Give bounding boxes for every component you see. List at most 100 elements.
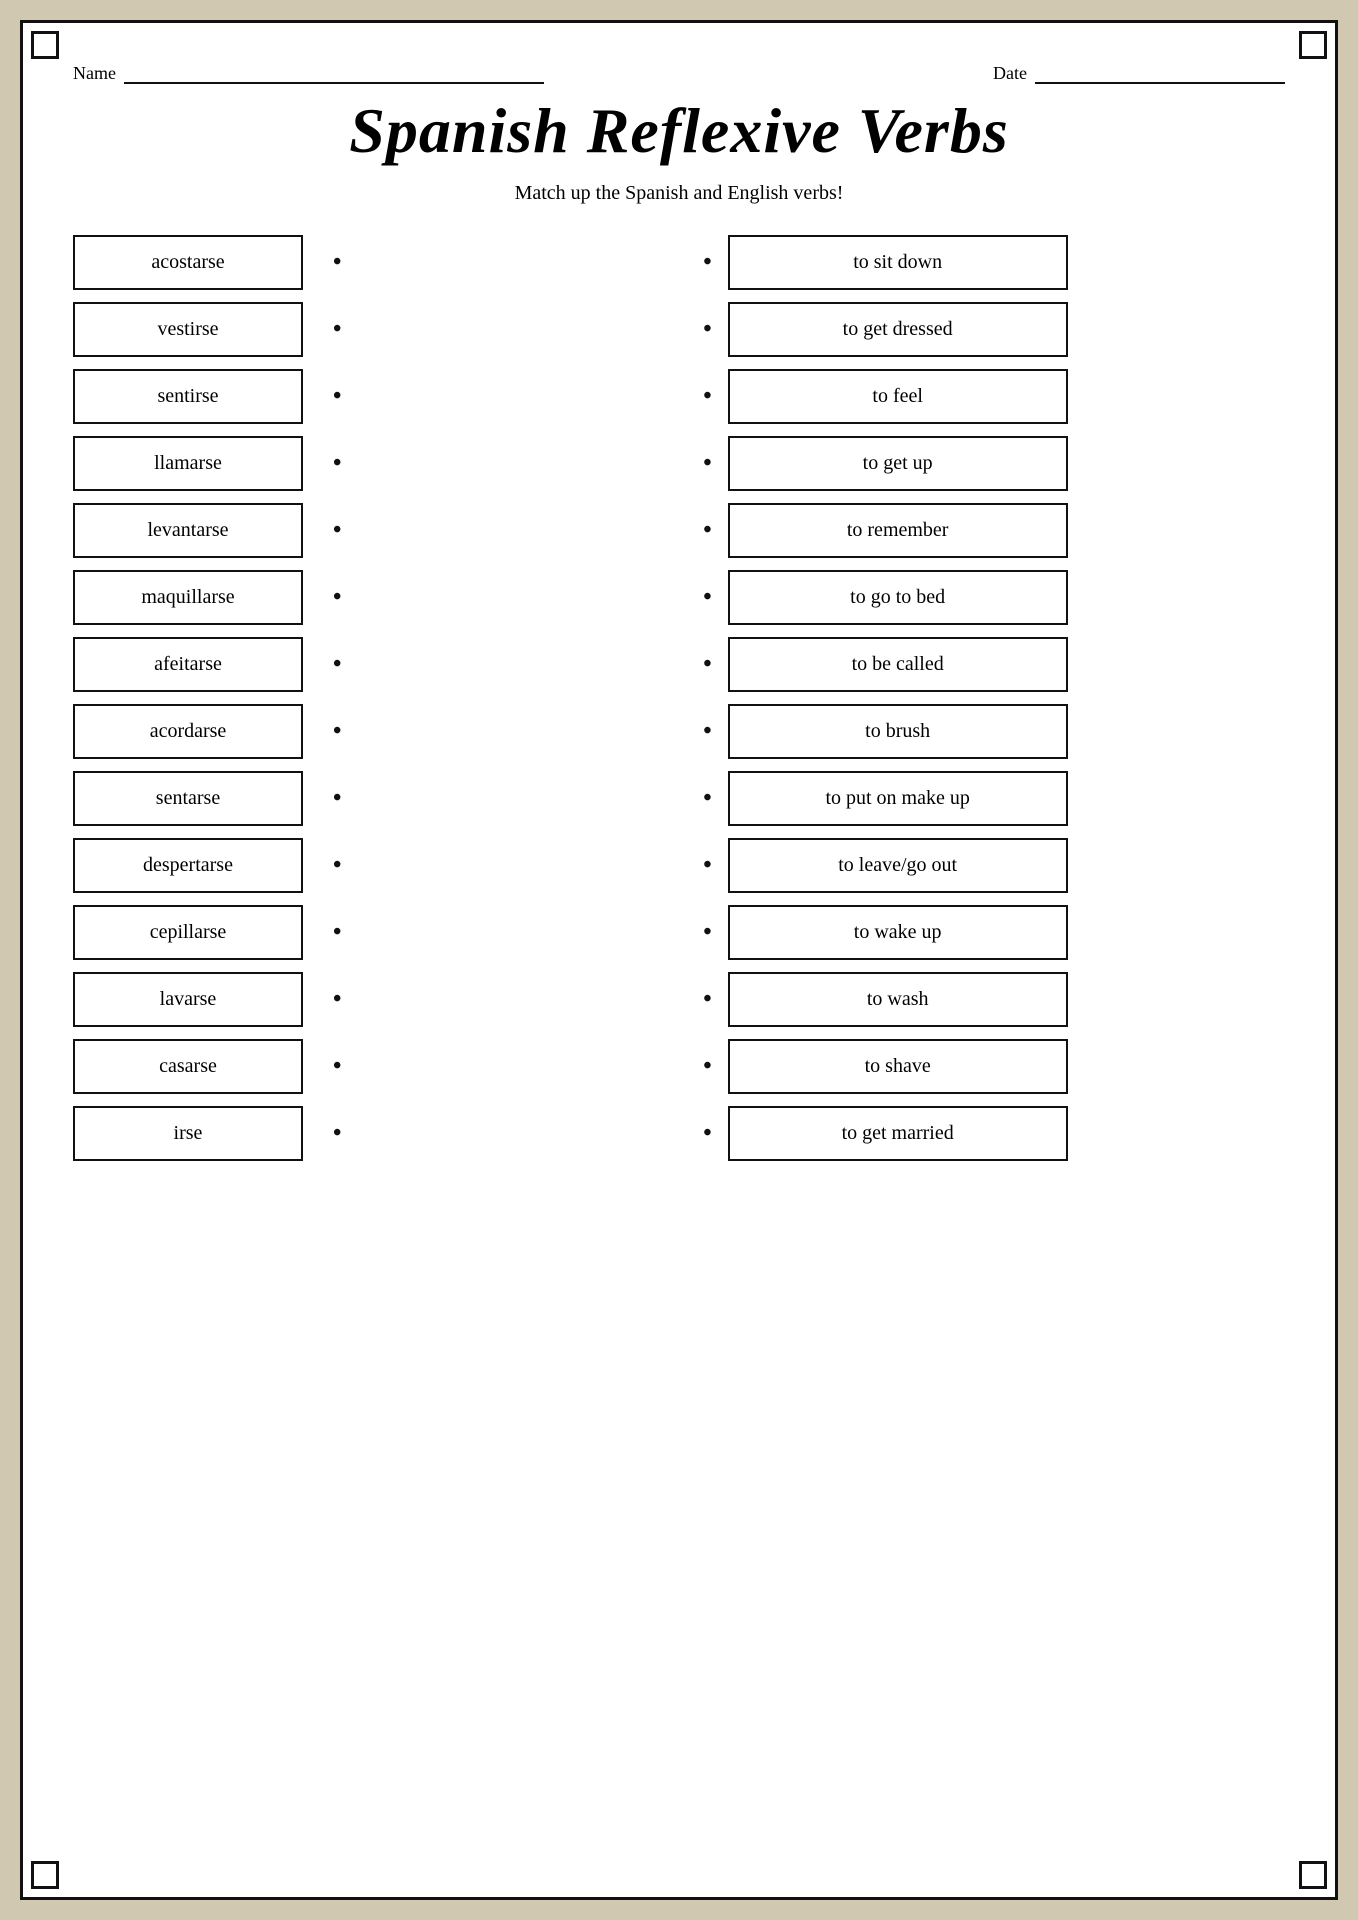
english-verb-3: to get up (863, 452, 933, 475)
spanish-verb-box-8: sentarse (73, 771, 303, 826)
date-underline (1035, 64, 1285, 84)
match-row: irse • • to get married (73, 1106, 1285, 1161)
right-side-1: • to get dressed (703, 302, 1285, 357)
right-dot-12: • (703, 1053, 711, 1080)
right-dot-13: • (703, 1120, 711, 1147)
right-dot-8: • (703, 785, 711, 812)
english-verb-box-9: to leave/go out (728, 838, 1068, 893)
spanish-verb-box-6: afeitarse (73, 637, 303, 692)
left-dot-13: • (333, 1120, 341, 1147)
english-verb-box-11: to wash (728, 972, 1068, 1027)
spanish-verb-1: vestirse (157, 318, 218, 341)
english-verb-box-7: to brush (728, 704, 1068, 759)
match-row: casarse • • to shave (73, 1039, 1285, 1094)
left-dot-0: • (333, 249, 341, 276)
match-row: lavarse • • to wash (73, 972, 1285, 1027)
spanish-verb-box-9: despertarse (73, 838, 303, 893)
match-row: acordarse • • to brush (73, 704, 1285, 759)
spanish-verb-box-12: casarse (73, 1039, 303, 1094)
left-column-3: llamarse • (73, 436, 655, 491)
english-verb-2: to feel (872, 385, 923, 408)
right-dot-5: • (703, 584, 711, 611)
left-dot-4: • (333, 517, 341, 544)
left-dot-2: • (333, 383, 341, 410)
match-row: acostarse • • to sit down (73, 235, 1285, 290)
left-dot-9: • (333, 852, 341, 879)
right-side-6: • to be called (703, 637, 1285, 692)
right-side-7: • to brush (703, 704, 1285, 759)
match-row: llamarse • • to get up (73, 436, 1285, 491)
left-dot-11: • (333, 986, 341, 1013)
left-dot-3: • (333, 450, 341, 477)
name-underline (124, 64, 544, 84)
spanish-verb-box-4: levantarse (73, 503, 303, 558)
english-verb-box-8: to put on make up (728, 771, 1068, 826)
left-column-0: acostarse • (73, 235, 655, 290)
english-verb-box-12: to shave (728, 1039, 1068, 1094)
name-field-area: Name (73, 63, 544, 84)
spanish-verb-11: lavarse (160, 988, 217, 1011)
right-dot-9: • (703, 852, 711, 879)
left-column-6: afeitarse • (73, 637, 655, 692)
left-dot-10: • (333, 919, 341, 946)
right-side-10: • to wake up (703, 905, 1285, 960)
spanish-verb-box-3: llamarse (73, 436, 303, 491)
english-verb-11: to wash (867, 988, 929, 1011)
english-verb-9: to leave/go out (838, 854, 957, 877)
corner-decoration-bl (31, 1861, 59, 1889)
right-side-0: • to sit down (703, 235, 1285, 290)
english-verb-box-5: to go to bed (728, 570, 1068, 625)
spanish-verb-13: irse (174, 1122, 203, 1145)
right-dot-3: • (703, 450, 711, 477)
name-date-row: Name Date (73, 63, 1285, 84)
corner-decoration-br (1299, 1861, 1327, 1889)
left-column-9: despertarse • (73, 838, 655, 893)
spanish-verb-box-5: maquillarse (73, 570, 303, 625)
right-dot-1: • (703, 316, 711, 343)
spanish-verb-box-1: vestirse (73, 302, 303, 357)
match-row: vestirse • • to get dressed (73, 302, 1285, 357)
spanish-verb-4: levantarse (147, 519, 228, 542)
match-row: sentirse • • to feel (73, 369, 1285, 424)
date-label: Date (993, 63, 1027, 84)
match-row: cepillarse • • to wake up (73, 905, 1285, 960)
right-side-8: • to put on make up (703, 771, 1285, 826)
match-row: sentarse • • to put on make up (73, 771, 1285, 826)
left-column-2: sentirse • (73, 369, 655, 424)
english-verb-box-6: to be called (728, 637, 1068, 692)
right-side-3: • to get up (703, 436, 1285, 491)
spanish-verb-box-7: acordarse (73, 704, 303, 759)
spanish-verb-box-2: sentirse (73, 369, 303, 424)
left-column-1: vestirse • (73, 302, 655, 357)
right-side-11: • to wash (703, 972, 1285, 1027)
spanish-verb-box-13: irse (73, 1106, 303, 1161)
english-verb-6: to be called (852, 653, 944, 676)
corner-decoration-tl (31, 31, 59, 59)
right-side-9: • to leave/go out (703, 838, 1285, 893)
left-dot-1: • (333, 316, 341, 343)
match-row: afeitarse • • to be called (73, 637, 1285, 692)
right-side-4: • to remember (703, 503, 1285, 558)
left-dot-6: • (333, 651, 341, 678)
left-column-12: casarse • (73, 1039, 655, 1094)
match-container: acostarse • • to sit down vestirse • • (73, 235, 1285, 1161)
spanish-verb-7: acordarse (150, 720, 227, 743)
left-dot-12: • (333, 1053, 341, 1080)
left-column-13: irse • (73, 1106, 655, 1161)
english-verb-box-10: to wake up (728, 905, 1068, 960)
spanish-verb-box-0: acostarse (73, 235, 303, 290)
spanish-verb-6: afeitarse (154, 653, 222, 676)
name-label: Name (73, 63, 116, 84)
left-dot-5: • (333, 584, 341, 611)
right-dot-2: • (703, 383, 711, 410)
left-column-11: lavarse • (73, 972, 655, 1027)
english-verb-4: to remember (847, 519, 949, 542)
match-row: despertarse • • to leave/go out (73, 838, 1285, 893)
english-verb-box-2: to feel (728, 369, 1068, 424)
subtitle: Match up the Spanish and English verbs! (73, 182, 1285, 205)
right-side-12: • to shave (703, 1039, 1285, 1094)
english-verb-13: to get married (842, 1122, 954, 1145)
spanish-verb-3: llamarse (154, 452, 222, 475)
right-side-5: • to go to bed (703, 570, 1285, 625)
english-verb-10: to wake up (854, 921, 942, 944)
